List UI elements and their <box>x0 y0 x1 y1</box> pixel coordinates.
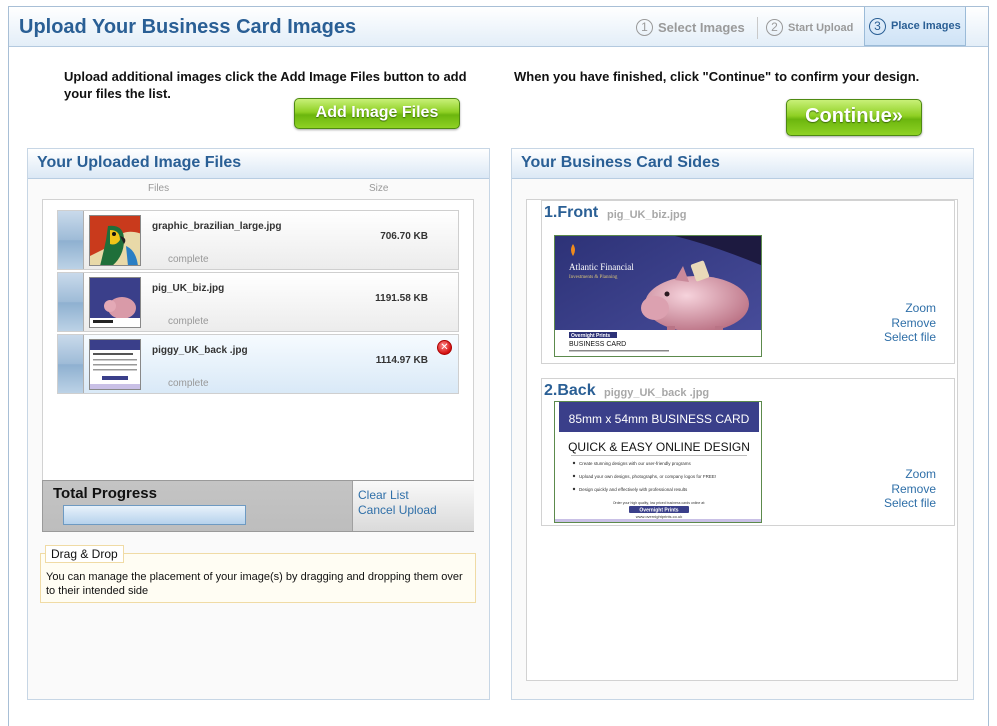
total-progress-bar <box>63 505 246 525</box>
back-footer: Order your high quality, low priced busi… <box>613 501 705 505</box>
back-side-label: 2.Back <box>544 382 596 399</box>
clear-list-link[interactable]: Clear List <box>358 488 409 502</box>
total-progress-area: Total Progress Clear List Cancel Upload <box>42 480 474 532</box>
back-side-actions: Zoom Remove Select file <box>884 467 936 511</box>
step-number-3: 3 <box>869 17 886 35</box>
header-bar: Upload Your Business Card Images 1 Selec… <box>9 7 988 47</box>
file-row[interactable]: piggy_UK_back .jpg 1114.97 KB complete ✕ <box>57 334 459 394</box>
back-heading: 85mm x 54mm BUSINESS CARD <box>569 412 750 426</box>
front-side-filename: pig_UK_biz.jpg <box>607 209 687 221</box>
back-brand: Overnight Prints <box>639 508 678 514</box>
drag-drop-text: You can manage the placement of your ima… <box>46 571 463 597</box>
back-url: www.overnightprints.co.uk <box>636 514 682 519</box>
back-bullet: Design quickly and effectively with prof… <box>579 487 688 492</box>
back-side-filename: piggy_UK_back .jpg <box>604 387 710 399</box>
files-column-header: Files <box>148 183 170 194</box>
front-side-label: 1.Front <box>544 204 599 221</box>
drag-handle[interactable] <box>58 273 84 331</box>
drag-drop-hint: Drag & Drop You can manage the placement… <box>40 545 476 603</box>
progress-actions: Clear List Cancel Upload <box>352 481 474 531</box>
file-status: complete <box>168 378 209 389</box>
upload-window: Upload Your Business Card Images 1 Selec… <box>8 6 989 726</box>
step-select-images[interactable]: 1 Select Images <box>636 19 745 36</box>
file-thumbnail-piggy-back <box>89 339 141 390</box>
uploaded-files-title: Your Uploaded Image Files <box>28 149 489 179</box>
back-bullet: Upload your own designs, photographs, or… <box>579 474 716 479</box>
front-remove-link[interactable]: Remove <box>884 316 936 331</box>
file-size: 706.70 KB <box>380 231 428 242</box>
front-zoom-link[interactable]: Zoom <box>884 301 936 316</box>
step-divider <box>757 17 758 39</box>
file-name: pig_UK_biz.jpg <box>152 283 225 294</box>
add-files-instructions: Upload additional images click the Add I… <box>64 69 467 101</box>
step-place-images[interactable]: 3 Place Images <box>864 7 966 46</box>
step-label: Select Images <box>658 20 745 35</box>
cancel-upload-link[interactable]: Cancel Upload <box>358 503 437 517</box>
front-brand: Overnight Prints <box>571 333 610 339</box>
drag-drop-label: Drag & Drop <box>45 545 124 563</box>
back-card-preview: 85mm x 54mm BUSINESS CARD QUICK & EASY O… <box>554 401 762 523</box>
front-side-actions: Zoom Remove Select file <box>884 301 936 345</box>
file-size: 1114.97 KB <box>375 355 428 366</box>
step-number-1: 1 <box>636 19 653 36</box>
file-row[interactable]: pig_UK_biz.jpg 1191.58 KB complete <box>57 272 459 332</box>
continue-button[interactable]: Continue» <box>786 99 922 136</box>
back-subheading: QUICK & EASY ONLINE DESIGN <box>568 440 750 454</box>
file-name: piggy_UK_back .jpg <box>152 345 248 356</box>
file-row[interactable]: graphic_brazilian_large.jpg 706.70 KB co… <box>57 210 459 270</box>
back-remove-link[interactable]: Remove <box>884 482 936 497</box>
card-sides-area: 1.Front pig_UK_biz.jpg Atlantic Financia… <box>526 199 958 681</box>
uploaded-files-panel: Your Uploaded Image Files Files Size gra… <box>27 148 490 700</box>
step-label: Place Images <box>891 20 961 32</box>
back-bullet: Create stunning designs with our user-fr… <box>579 461 692 466</box>
remove-file-icon[interactable]: ✕ <box>437 340 452 355</box>
file-list: graphic_brazilian_large.jpg 706.70 KB co… <box>42 199 474 481</box>
back-select-file-link[interactable]: Select file <box>884 496 936 511</box>
step-number-2: 2 <box>766 19 783 36</box>
step-label: Start Upload <box>788 21 854 34</box>
step-start-upload[interactable]: 2 Start Upload <box>766 19 853 36</box>
front-select-file-link[interactable]: Select file <box>884 330 936 345</box>
file-thumbnail-piggy-front <box>89 277 141 328</box>
drag-handle[interactable] <box>58 335 84 393</box>
front-card-label: BUSINESS CARD <box>569 341 626 348</box>
drag-handle[interactable] <box>58 211 84 269</box>
file-thumbnail-parrot <box>89 215 141 266</box>
continue-instructions: When you have finished, click "Continue"… <box>514 69 920 84</box>
front-side-slot[interactable]: 1.Front pig_UK_biz.jpg Atlantic Financia… <box>541 200 955 364</box>
total-progress-label: Total Progress <box>53 485 157 502</box>
add-image-files-button[interactable]: Add Image Files <box>294 98 460 129</box>
back-zoom-link[interactable]: Zoom <box>884 467 936 482</box>
front-company: Atlantic Financial <box>569 262 634 272</box>
back-side-slot[interactable]: 2.Back piggy_UK_back .jpg 85mm x 54mm BU… <box>541 378 955 526</box>
card-sides-panel: Your Business Card Sides 1.Front pig_UK_… <box>511 148 974 700</box>
page-title: Upload Your Business Card Images <box>19 16 357 38</box>
front-card-preview: Atlantic Financial Investments & Plannin… <box>554 235 762 357</box>
card-sides-title: Your Business Card Sides <box>512 149 973 179</box>
size-column-header: Size <box>369 183 389 194</box>
file-name: graphic_brazilian_large.jpg <box>152 221 282 232</box>
front-tagline: Investments & Planning <box>569 275 618 280</box>
file-status: complete <box>168 254 209 265</box>
file-size: 1191.58 KB <box>375 293 428 304</box>
file-status: complete <box>168 316 209 327</box>
